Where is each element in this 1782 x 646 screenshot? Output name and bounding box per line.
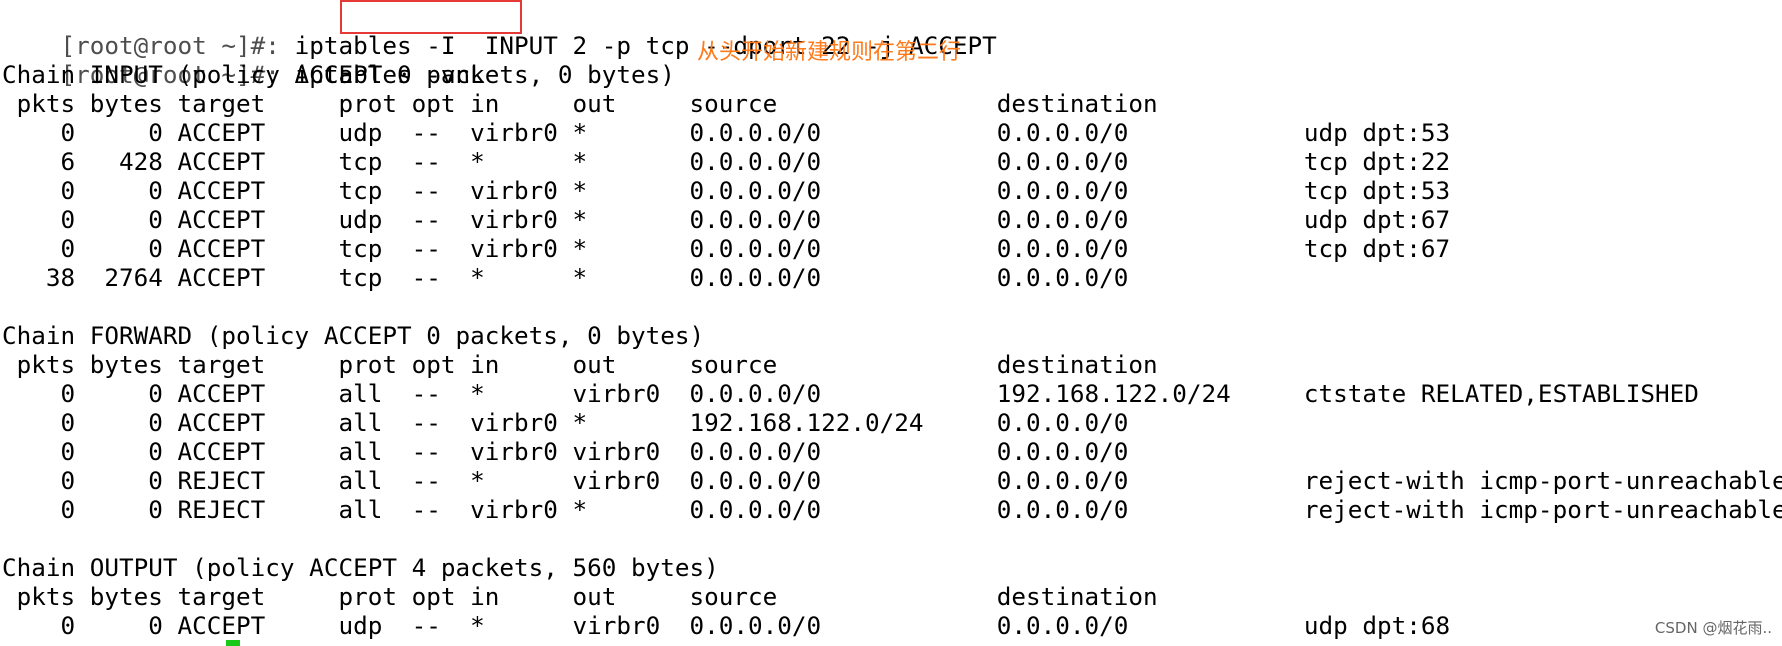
column-header: pkts bytes target prot opt in out source… bbox=[2, 350, 1158, 379]
table-row: 0 0 ACCEPT all -- virbr0 * 192.168.122.0… bbox=[2, 408, 1129, 437]
terminal-cursor bbox=[226, 640, 240, 646]
table-row: 0 0 ACCEPT udp -- virbr0 * 0.0.0.0/0 0.0… bbox=[2, 118, 1451, 147]
chain-header: Chain FORWARD (policy ACCEPT 0 packets, … bbox=[2, 321, 705, 350]
table-row: 0 0 REJECT all -- * virbr0 0.0.0.0/0 0.0… bbox=[2, 466, 1782, 495]
command-line-2: [root@root ~]#: iptables -vnL bbox=[2, 31, 485, 89]
table-row: 38 2764 ACCEPT tcp -- * * 0.0.0.0/0 0.0.… bbox=[2, 263, 1129, 292]
table-row: 0 0 REJECT all -- virbr0 * 0.0.0.0/0 0.0… bbox=[2, 495, 1782, 524]
table-row: 0 0 ACCEPT tcp -- virbr0 * 0.0.0.0/0 0.0… bbox=[2, 176, 1451, 205]
column-header: pkts bytes target prot opt in out source… bbox=[2, 89, 1158, 118]
table-row: 0 0 ACCEPT tcp -- virbr0 * 0.0.0.0/0 0.0… bbox=[2, 234, 1451, 263]
column-header: pkts bytes target prot opt in out source… bbox=[2, 582, 1158, 611]
table-row: 0 0 ACCEPT udp -- virbr0 * 0.0.0.0/0 0.0… bbox=[2, 205, 1451, 234]
table-row: 0 0 ACCEPT udp -- * virbr0 0.0.0.0/0 0.0… bbox=[2, 611, 1451, 640]
table-row: 0 0 ACCEPT all -- virbr0 virbr0 0.0.0.0/… bbox=[2, 437, 1129, 466]
watermark: CSDN @烟花雨.. bbox=[1654, 619, 1772, 637]
annotation-note: 从头开始新建规则在第二行 bbox=[697, 40, 962, 65]
highlight-box bbox=[340, 0, 522, 34]
chain-header: Chain OUTPUT (policy ACCEPT 4 packets, 5… bbox=[2, 553, 719, 582]
table-row: 6 428 ACCEPT tcp -- * * 0.0.0.0/0 0.0.0.… bbox=[2, 147, 1451, 176]
chain-header: Chain INPUT (policy ACCEPT 0 packets, 0 … bbox=[2, 60, 675, 89]
table-row: 0 0 ACCEPT all -- * virbr0 0.0.0.0/0 192… bbox=[2, 379, 1699, 408]
terminal-window[interactable]: [root@root ~]#: iptables -I INPUT 2 -p t… bbox=[0, 0, 1782, 646]
